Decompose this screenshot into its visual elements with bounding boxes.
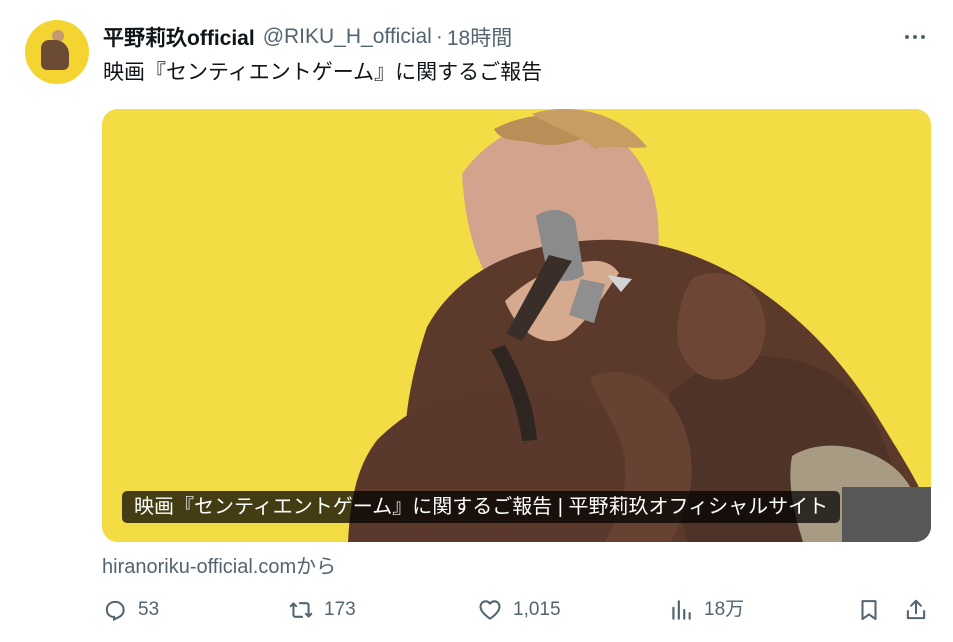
more-horizontal-icon [913,35,917,39]
link-card[interactable]: 映画『センティエントゲーム』に関するご報告 | 平野莉玖オフィシャルサイト [102,109,931,542]
retweet-count: 173 [324,599,356,620]
tweet-text: 映画『センティエントゲーム』に関するご報告 [103,61,543,84]
share-button[interactable] [903,593,939,627]
profile-avatar[interactable] [25,20,89,84]
bookmark-icon [861,600,877,621]
tweet-actions: 53 173 1,015 18万 [102,593,931,627]
avatar-figure [41,40,69,70]
card-image [102,109,931,542]
reply-count: 53 [138,599,160,620]
like-button[interactable]: 1,015 [477,593,561,627]
more-options-button[interactable] [900,22,930,52]
analytics-icon [672,600,691,620]
more-horizontal-icon [905,35,909,39]
retweet-button[interactable]: 173 [288,593,356,627]
heart-icon [479,600,501,620]
user-handle[interactable]: @RIKU_H_official [263,25,432,49]
reply-icon [105,600,125,622]
bookmark-button[interactable] [856,593,892,627]
reply-button[interactable]: 53 [102,593,159,627]
header-separator: · [435,25,443,48]
like-count: 1,015 [513,599,561,620]
tweet-header: 平野莉玖official @RIKU_H_official · 18時間 [103,22,512,52]
display-name[interactable]: 平野莉玖official [103,22,255,52]
views-button[interactable]: 18万 [668,593,744,627]
more-horizontal-icon [921,35,925,39]
retweet-icon [289,602,313,618]
views-count: 18万 [704,599,745,620]
post-time[interactable]: 18時間 [447,22,512,52]
share-icon [906,599,926,620]
card-domain[interactable]: hiranoriku-official.comから [102,550,336,579]
card-title: 映画『センティエントゲーム』に関するご報告 | 平野莉玖オフィシャルサイト [122,491,841,523]
